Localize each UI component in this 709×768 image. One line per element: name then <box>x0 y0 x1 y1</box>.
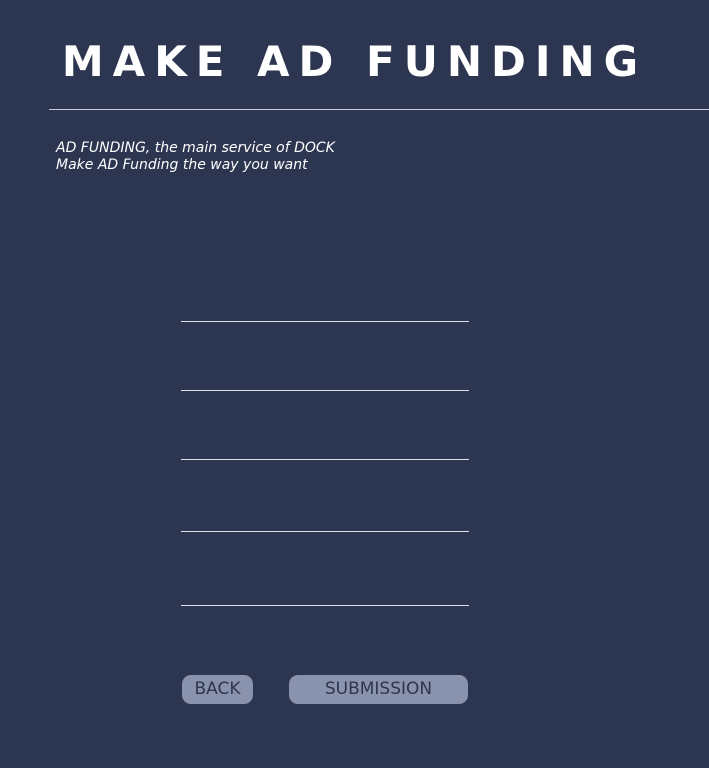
back-button[interactable]: BACK <box>182 675 253 704</box>
intro-text: AD FUNDING, the main service of DOCK Mak… <box>56 140 335 174</box>
form-field-5 <box>181 562 469 606</box>
form-field-4 <box>181 488 469 532</box>
intro-line-2: Make AD Funding the way you want <box>56 157 308 173</box>
form-field-4-input[interactable] <box>181 509 469 532</box>
form-field-3-input[interactable] <box>181 437 469 460</box>
form-field-2-input[interactable] <box>181 368 469 391</box>
form-field-1 <box>181 278 469 322</box>
form-field-2 <box>181 347 469 391</box>
form-field-5-input[interactable] <box>181 583 469 606</box>
form-field-3 <box>181 416 469 460</box>
page-title: MAKE AD FUNDING <box>61 37 648 86</box>
submit-button[interactable]: SUBMISSION <box>289 675 468 704</box>
title-divider <box>49 109 709 110</box>
form-field-1-input[interactable] <box>181 299 469 322</box>
intro-line-1: AD FUNDING, the main service of DOCK <box>56 140 335 156</box>
